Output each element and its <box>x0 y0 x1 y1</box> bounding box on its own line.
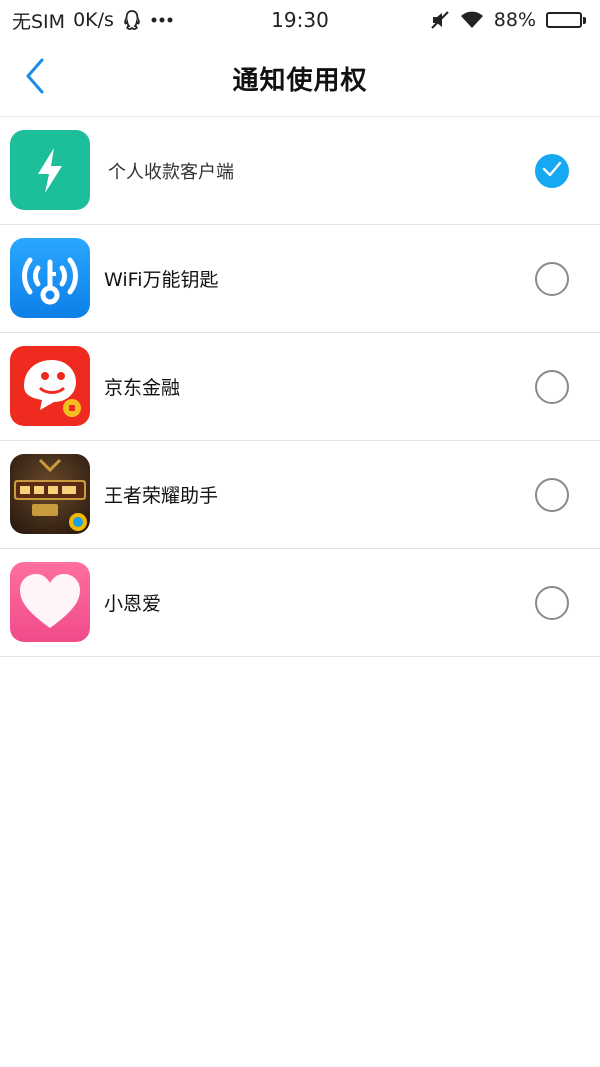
lightning-icon <box>10 130 90 210</box>
app-name: WiFi万能钥匙 <box>104 269 219 291</box>
honor-of-kings-icon <box>10 454 90 534</box>
checkbox-unchecked[interactable] <box>535 261 569 296</box>
mute-icon <box>430 10 450 30</box>
status-bar: 无SIM 0K/s 19:30 88% <box>0 0 600 40</box>
checkbox-unchecked[interactable] <box>535 369 569 404</box>
app-name: 个人收款客户端 <box>108 161 234 183</box>
status-left: 无SIM 0K/s <box>0 7 174 34</box>
list-item[interactable]: 京东金融 <box>0 333 600 441</box>
jd-finance-icon <box>10 346 90 426</box>
app-list: 个人收款客户端 WiFi万能钥匙 京东金融 王者荣耀助手 小恩爱 <box>0 117 600 657</box>
checkbox-unchecked[interactable] <box>535 585 569 620</box>
battery-icon <box>546 12 586 28</box>
wifi-icon <box>460 10 484 30</box>
qq-icon <box>122 9 142 31</box>
app-name: 京东金融 <box>104 377 181 399</box>
back-button[interactable] <box>24 58 64 98</box>
checkmark-icon <box>542 161 562 181</box>
checkbox-unchecked[interactable] <box>535 477 569 512</box>
app-name: 王者荣耀助手 <box>104 485 219 507</box>
network-speed: 0K/s <box>73 9 114 31</box>
list-item[interactable]: 王者荣耀助手 <box>0 441 600 549</box>
carrier-label: 无SIM <box>12 10 66 33</box>
battery-percent: 88% <box>493 9 536 31</box>
chevron-left-icon <box>24 58 46 98</box>
app-name: 小恩爱 <box>104 593 162 615</box>
more-dots-icon <box>150 16 174 24</box>
list-item[interactable]: WiFi万能钥匙 <box>0 225 600 333</box>
wifi-key-icon <box>10 238 90 318</box>
page-title: 通知使用权 <box>232 65 368 96</box>
checkbox-checked[interactable] <box>535 153 569 188</box>
heart-icon <box>10 562 90 642</box>
list-item[interactable]: 小恩爱 <box>0 549 600 657</box>
list-item[interactable]: 个人收款客户端 <box>0 117 600 225</box>
nav-bar: 通知使用权 <box>0 40 600 117</box>
status-right: 88% <box>430 9 600 31</box>
